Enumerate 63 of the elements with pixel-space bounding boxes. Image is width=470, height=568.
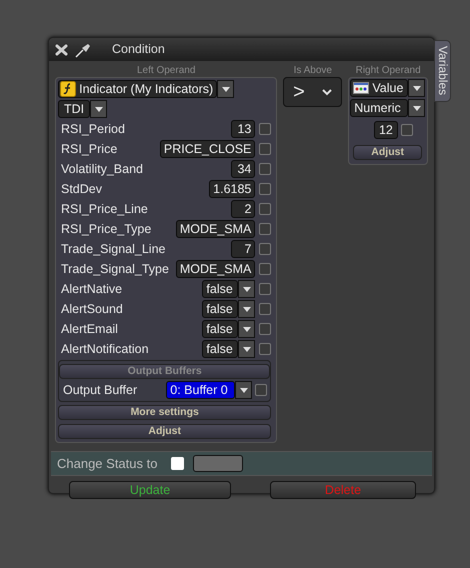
section-heading: Right Operand	[354, 65, 422, 77]
option-dropdown[interactable]: false	[202, 320, 238, 338]
value-icon	[353, 82, 370, 94]
checkbox[interactable]	[259, 303, 272, 315]
update-button[interactable]: Update	[69, 481, 231, 500]
variables-tab[interactable]: Variables	[434, 40, 451, 102]
parameter-label: RSI_Price_Line	[61, 200, 149, 218]
field-label: Output Buffer	[63, 382, 138, 399]
adjust-button[interactable]: Adjust	[58, 424, 272, 438]
more-settings-button[interactable]: More settings	[58, 404, 272, 420]
option-dropdown[interactable]: false	[202, 300, 238, 318]
checkbox[interactable]	[259, 183, 272, 195]
value-field[interactable]: 12	[374, 121, 398, 139]
checkbox[interactable]	[255, 384, 268, 396]
pin-icon[interactable]	[74, 42, 92, 58]
comparator-dropdown[interactable]: >	[283, 77, 342, 107]
value-field[interactable]: MODE_SMA	[176, 220, 256, 238]
checkbox[interactable]	[171, 457, 184, 470]
checkbox[interactable]	[259, 263, 272, 275]
checkbox[interactable]	[259, 323, 272, 335]
indicator-dropdown[interactable]: TDI	[58, 100, 90, 118]
adjust-button[interactable]: Adjust	[353, 145, 422, 160]
output-buffer-dropdown[interactable]: 0: Buffer 0	[166, 381, 236, 400]
parameter-label: StdDev	[61, 180, 103, 198]
parameter-label: Trade_Signal_Type	[61, 260, 170, 278]
section-heading: Is Above	[292, 65, 333, 77]
value-field[interactable]: 1.6185	[209, 180, 256, 198]
value-field[interactable]: 34	[231, 160, 256, 178]
value-field[interactable]: 13	[231, 120, 256, 138]
checkbox[interactable]	[259, 243, 272, 255]
source-dropdown[interactable]: Indicator (My Indicators)	[58, 80, 218, 98]
parameter-label: RSI_Price	[61, 140, 118, 158]
checkbox[interactable]	[259, 123, 272, 135]
source-dropdown[interactable]: Value	[350, 79, 408, 97]
value-field[interactable]: 2	[231, 200, 256, 218]
value-field[interactable]: PRICE_CLOSE	[160, 140, 256, 158]
parameter-label: AlertEmail	[61, 320, 119, 338]
checkbox[interactable]	[259, 343, 272, 355]
section-heading: Left Operand	[136, 65, 196, 77]
function-icon	[60, 81, 76, 97]
option-dropdown[interactable]: false	[202, 280, 238, 298]
parameter-label: AlertNotification	[61, 340, 150, 358]
parameter-label: RSI_Period	[61, 120, 126, 138]
option-dropdown[interactable]: false	[202, 340, 238, 358]
checkbox[interactable]	[259, 283, 272, 295]
parameter-label: Trade_Signal_Line	[61, 240, 166, 258]
checkbox[interactable]	[259, 163, 272, 175]
type-dropdown[interactable]: Numeric	[350, 99, 408, 117]
checkbox[interactable]	[401, 124, 414, 136]
parameter-label: AlertNative	[61, 280, 124, 298]
parameter-label: AlertSound	[61, 300, 124, 318]
change-status-label: Change Status to	[57, 455, 158, 473]
window-title: Condition	[112, 41, 165, 58]
parameter-label: RSI_Price_Type	[61, 220, 152, 238]
checkbox[interactable]	[259, 203, 272, 215]
parameter-label: Volatility_Band	[61, 160, 144, 178]
value-field[interactable]: 7	[231, 240, 256, 258]
status-color-field[interactable]	[193, 455, 244, 472]
value-field[interactable]: MODE_SMA	[176, 260, 256, 278]
checkbox[interactable]	[259, 223, 272, 235]
checkbox[interactable]	[259, 143, 272, 155]
chevron-down-icon	[322, 88, 332, 96]
close-icon[interactable]	[55, 44, 68, 56]
